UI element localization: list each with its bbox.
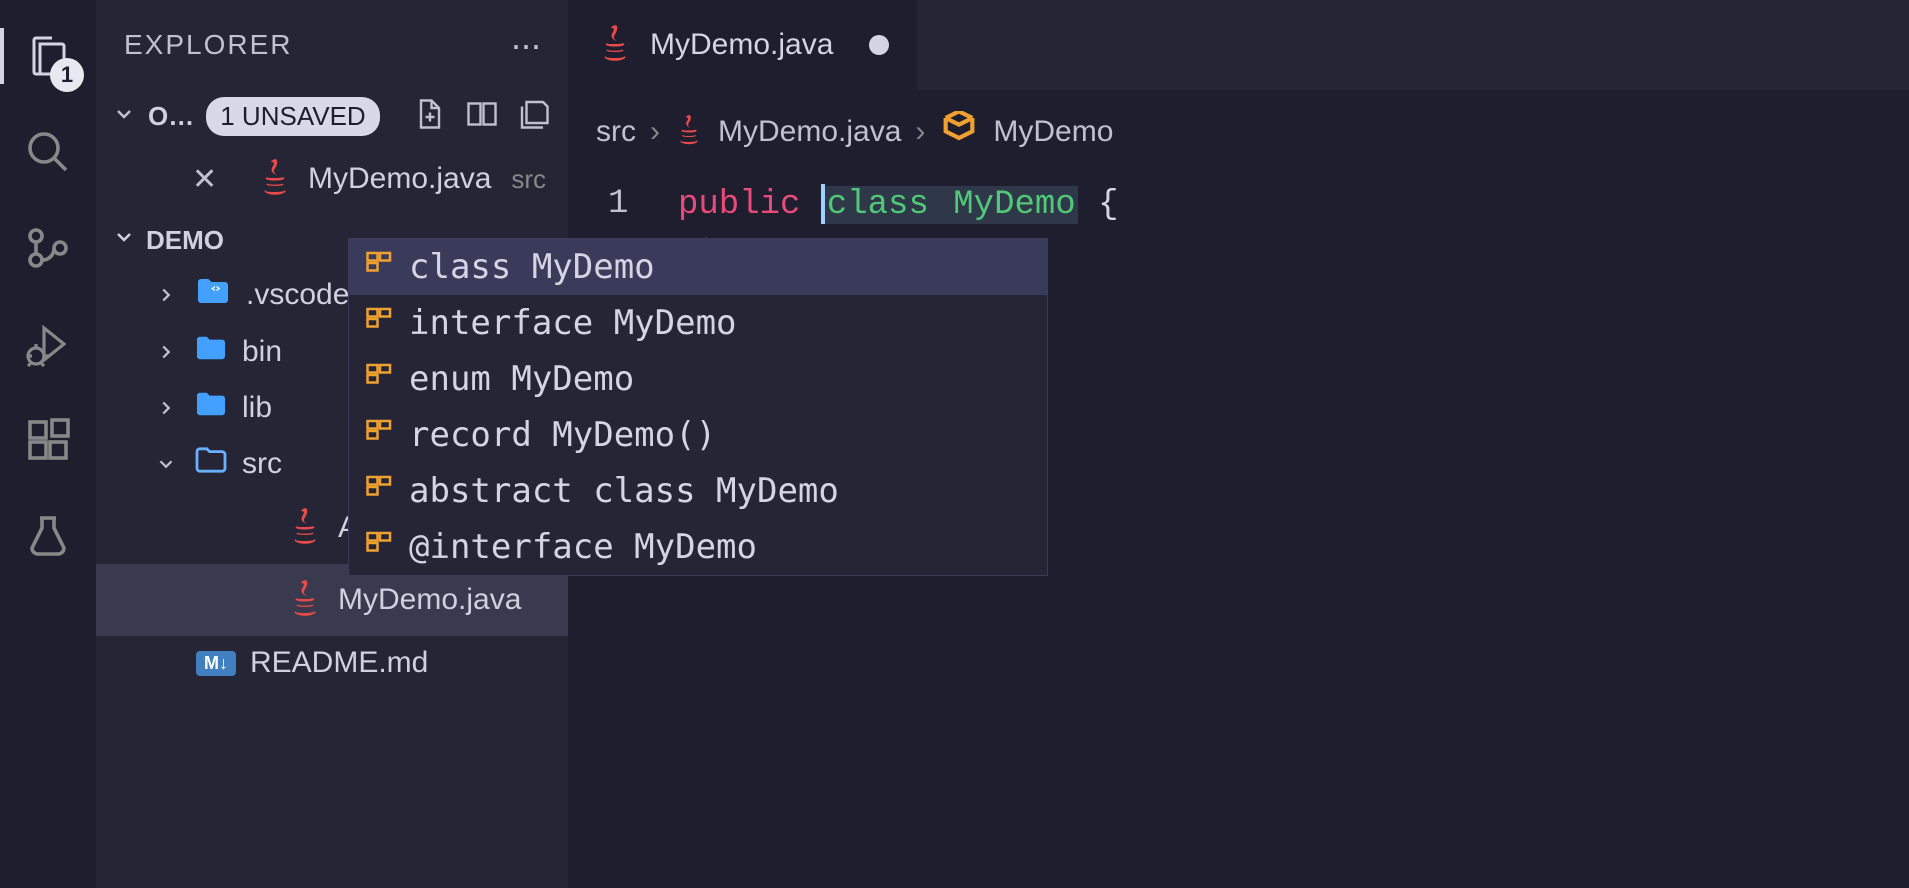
close-icon[interactable]: ✕ bbox=[192, 162, 217, 197]
project-title: DEMO bbox=[146, 225, 224, 256]
java-file-icon bbox=[674, 110, 704, 154]
suggest-label: class MyDemo bbox=[409, 247, 655, 287]
tree-label: src bbox=[242, 447, 282, 481]
tab-title: MyDemo.java bbox=[650, 28, 833, 62]
suggest-label: interface MyDemo bbox=[409, 303, 737, 343]
suggest-item[interactable]: abstract class MyDemo bbox=[349, 463, 1047, 519]
open-editors-label: O… bbox=[148, 101, 194, 132]
java-file-icon bbox=[256, 153, 294, 205]
tree-label: .vscode bbox=[246, 278, 349, 312]
tab-bar: MyDemo.java bbox=[568, 0, 1909, 90]
chevron-down-icon bbox=[152, 453, 180, 475]
tree-label: MyDemo.java bbox=[338, 583, 521, 617]
suggest-item[interactable]: interface MyDemo bbox=[349, 295, 1047, 351]
activity-run-debug[interactable] bbox=[16, 312, 80, 376]
vscode-folder-icon bbox=[194, 276, 232, 314]
chevron-right-icon: › bbox=[650, 115, 660, 149]
code-line[interactable]: 1 public class MyDemo { bbox=[608, 174, 1909, 234]
markdown-file-icon: M↓ bbox=[196, 651, 236, 676]
breadcrumb-file[interactable]: MyDemo.java bbox=[718, 115, 901, 149]
suggest-item[interactable]: class MyDemo bbox=[349, 239, 1047, 295]
breadcrumb-folder[interactable]: src bbox=[596, 115, 636, 149]
suggest-label: abstract class MyDemo bbox=[409, 471, 839, 511]
java-file-icon bbox=[286, 502, 324, 554]
suggest-widget: class MyDemo interface MyDemo enum MyDem… bbox=[348, 238, 1048, 576]
snippet-icon bbox=[365, 359, 395, 399]
activity-bar: 1 bbox=[0, 0, 96, 888]
java-file-icon bbox=[596, 19, 634, 71]
snippet-icon bbox=[365, 303, 395, 343]
chevron-right-icon bbox=[152, 284, 180, 306]
chevron-right-icon: › bbox=[915, 115, 925, 149]
dirty-indicator-icon bbox=[869, 35, 889, 55]
line-number: 1 bbox=[608, 185, 678, 223]
breadcrumb[interactable]: src › MyDemo.java › MyDemo bbox=[568, 90, 1909, 174]
tree-label: README.md bbox=[250, 646, 428, 680]
java-file-icon bbox=[286, 574, 324, 626]
editor-area: MyDemo.java src › MyDemo.java › MyDemo 1… bbox=[568, 0, 1909, 888]
activity-extensions[interactable] bbox=[16, 408, 80, 472]
tree-file-readme[interactable]: M↓ README.md bbox=[96, 636, 568, 690]
open-editor-hint: src bbox=[511, 164, 546, 195]
editor-tab[interactable]: MyDemo.java bbox=[568, 0, 917, 90]
sidebar-more-icon[interactable]: ··· bbox=[510, 24, 540, 66]
sidebar-header: EXPLORER ··· bbox=[96, 0, 568, 90]
suggest-item[interactable]: enum MyDemo bbox=[349, 351, 1047, 407]
breadcrumb-symbol[interactable]: MyDemo bbox=[993, 115, 1113, 149]
chevron-right-icon bbox=[152, 397, 180, 419]
folder-icon bbox=[194, 390, 228, 426]
suggest-label: record MyDemo() bbox=[409, 415, 716, 455]
tree-label: lib bbox=[242, 391, 272, 425]
folder-icon bbox=[194, 334, 228, 370]
open-editors-section[interactable]: O… 1 UNSAVED bbox=[96, 90, 568, 143]
activity-search[interactable] bbox=[16, 120, 80, 184]
tree-label: bin bbox=[242, 335, 282, 369]
suggest-item[interactable]: record MyDemo() bbox=[349, 407, 1047, 463]
open-editor-filename: MyDemo.java bbox=[308, 162, 491, 196]
class-symbol-icon bbox=[939, 111, 979, 153]
open-editor-item[interactable]: ✕ MyDemo.java src bbox=[96, 143, 568, 215]
sidebar-title: EXPLORER bbox=[124, 29, 293, 61]
snippet-icon bbox=[365, 415, 395, 455]
folder-open-icon bbox=[194, 446, 228, 482]
suggest-item[interactable]: @interface MyDemo bbox=[349, 519, 1047, 575]
activity-source-control[interactable] bbox=[16, 216, 80, 280]
explorer-badge: 1 bbox=[50, 58, 84, 92]
activity-testing[interactable] bbox=[16, 504, 80, 568]
new-file-icon[interactable] bbox=[412, 96, 448, 137]
suggest-label: @interface MyDemo bbox=[409, 527, 757, 567]
chevron-down-icon bbox=[112, 225, 136, 256]
snippet-icon bbox=[365, 471, 395, 511]
chevron-right-icon bbox=[152, 341, 180, 363]
unsaved-pill: 1 UNSAVED bbox=[206, 97, 379, 136]
snippet-icon bbox=[365, 247, 395, 287]
save-all-icon[interactable] bbox=[516, 96, 552, 137]
chevron-down-icon bbox=[112, 102, 136, 131]
activity-explorer[interactable]: 1 bbox=[16, 24, 80, 88]
toggle-layout-icon[interactable] bbox=[464, 96, 500, 137]
suggest-label: enum MyDemo bbox=[409, 359, 634, 399]
snippet-icon bbox=[365, 527, 395, 567]
